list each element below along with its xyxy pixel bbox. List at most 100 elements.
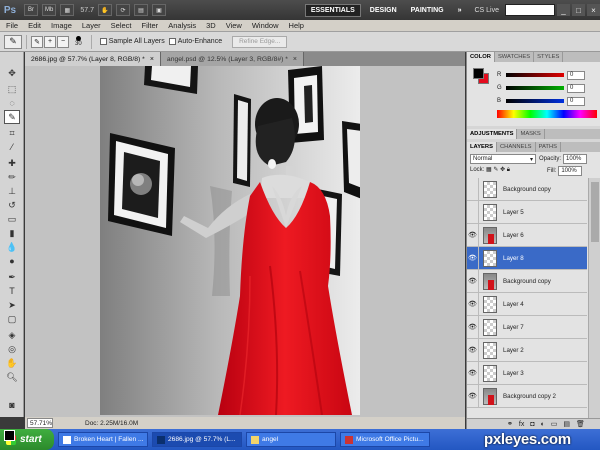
delete-layer-icon[interactable]: 🗑︎ [576, 420, 585, 428]
layer-thumbnail[interactable] [483, 387, 497, 405]
opacity-input[interactable]: 100% [563, 154, 588, 164]
zoom-level-field[interactable]: 57.7 [80, 7, 94, 14]
menu-view[interactable]: View [226, 21, 242, 30]
layer-row[interactable]: 👁︎ Layer 2 [467, 338, 587, 362]
layer-visibility-eye-icon[interactable]: 👁︎ [467, 361, 479, 385]
quick-mask-icon[interactable]: ◙ [4, 398, 20, 412]
color-spectrum-bar[interactable] [497, 110, 597, 118]
layer-name[interactable]: Background copy [503, 278, 551, 285]
layer-visibility-eye-icon[interactable]: 👁︎ [467, 223, 479, 247]
adjustment-layer-icon[interactable]: ◐ [541, 421, 545, 428]
new-selection-icon[interactable]: ✎ [31, 35, 43, 48]
layer-thumbnail[interactable] [483, 341, 497, 359]
layer-name[interactable]: Layer 4 [503, 301, 524, 308]
lock-pixels-icon[interactable]: ✎ [493, 167, 498, 173]
subtract-from-selection-icon[interactable]: − [57, 35, 69, 48]
rotate-view-icon[interactable]: ⟳ [115, 4, 130, 16]
layer-style-icon[interactable]: fx [519, 421, 524, 428]
layer-row[interactable]: Background copy [467, 177, 587, 201]
path-selection-tool-icon[interactable]: ➤ [4, 298, 20, 312]
link-layers-icon[interactable]: ⚭ [507, 420, 513, 428]
menu-edit[interactable]: Edit [28, 21, 41, 30]
layer-name[interactable]: Layer 3 [503, 370, 524, 377]
layer-visibility-eye-icon[interactable]: 👁︎ [467, 315, 479, 339]
marquee-tool-icon[interactable]: ⬚ [4, 82, 20, 96]
view-extras-button[interactable]: ▦ [60, 4, 75, 16]
document-tab-2686[interactable]: 2686.jpg @ 57.7% (Layer 8, RGB/8) * × [25, 52, 161, 66]
menu-layer[interactable]: Layer [82, 21, 101, 30]
zoom-percentage-field[interactable]: 57.71% [27, 418, 53, 428]
tab-adjustments[interactable]: ADJUSTMENTS [467, 129, 518, 139]
type-tool-icon[interactable]: T [4, 284, 20, 298]
layer-name[interactable]: Layer 6 [503, 232, 524, 239]
layer-row[interactable]: 👁︎ Layer 4 [467, 292, 587, 316]
tab-styles[interactable]: STYLES [534, 52, 564, 62]
history-brush-tool-icon[interactable]: ↺ [4, 198, 20, 212]
gradient-tool-icon[interactable]: ▮ [4, 226, 20, 240]
document-tab-angel[interactable]: angel.psd @ 12.5% (Layer 3, RGB/8#) * × [160, 52, 305, 66]
dodge-tool-icon[interactable]: ● [4, 254, 20, 268]
layer-visibility-eye-icon[interactable]: 👁︎ [467, 338, 479, 362]
layer-row[interactable]: 👁︎ Layer 6 [467, 223, 587, 247]
minimize-button[interactable]: _ [557, 4, 570, 16]
zoom-tool-icon[interactable]: 🔍︎ [4, 370, 20, 384]
color-panel-foreground-swatch[interactable] [473, 68, 484, 79]
layer-name[interactable]: Layer 8 [503, 255, 524, 262]
red-value-input[interactable]: 0 [567, 70, 585, 80]
bridge-button[interactable]: Br [24, 4, 38, 16]
layer-visibility-eye-icon[interactable] [467, 200, 479, 224]
add-to-selection-icon[interactable]: + [44, 35, 56, 48]
tab-paths[interactable]: PATHS [536, 142, 562, 152]
pen-tool-icon[interactable]: ✒ [4, 270, 20, 284]
more-workspaces-button[interactable]: » [453, 4, 467, 17]
healing-brush-tool-icon[interactable]: ✚ [4, 156, 20, 170]
layer-row[interactable]: 👁︎ Background copy 2 [467, 384, 587, 408]
menu-window[interactable]: Window [252, 21, 279, 30]
tab-masks[interactable]: MASKS [517, 129, 545, 139]
hand-tool-icon[interactable]: ✋ [97, 4, 112, 16]
fill-input[interactable]: 100% [558, 166, 583, 176]
lasso-tool-icon[interactable]: ◌ [4, 96, 20, 110]
layer-thumbnail[interactable] [483, 318, 497, 336]
shape-tool-icon[interactable]: ▢ [4, 312, 20, 326]
layer-row[interactable]: 👁︎ Layer 7 [467, 315, 587, 339]
layer-thumbnail[interactable] [483, 249, 497, 267]
layer-list-scrollbar[interactable] [588, 178, 600, 418]
blue-slider-track[interactable] [506, 99, 564, 103]
green-value-input[interactable]: 0 [567, 83, 585, 93]
document-canvas-image[interactable] [100, 66, 360, 415]
green-slider-track[interactable] [506, 86, 564, 90]
close-tab-icon[interactable]: × [293, 56, 297, 63]
layer-thumbnail[interactable] [483, 226, 497, 244]
layer-name[interactable]: Background copy 2 [503, 393, 556, 400]
screen-mode-button[interactable]: ▣ [151, 4, 166, 16]
layer-thumbnail[interactable] [483, 295, 497, 313]
layer-thumbnail[interactable] [483, 272, 497, 290]
tab-layers[interactable]: LAYERS [467, 142, 497, 152]
menu-filter[interactable]: Filter [142, 21, 159, 30]
move-tool-icon[interactable]: ✥ [4, 66, 20, 80]
brush-tool-icon[interactable]: ✏ [4, 170, 20, 184]
new-group-icon[interactable]: ▭ [551, 420, 558, 428]
help-search-input[interactable] [505, 4, 555, 16]
new-layer-icon[interactable]: ▤ [563, 420, 570, 428]
red-slider-track[interactable] [506, 73, 564, 77]
eyedropper-tool-icon[interactable]: ⁄ [4, 140, 20, 154]
layer-visibility-eye-icon[interactable]: 👁︎ [467, 246, 479, 270]
close-button[interactable]: × [587, 4, 600, 16]
quick-selection-tool-icon[interactable]: ✎ [4, 110, 20, 124]
layer-visibility-eye-icon[interactable]: 👁︎ [467, 269, 479, 293]
layer-visibility-eye-icon[interactable]: 👁︎ [467, 384, 479, 408]
lock-transparency-icon[interactable]: ▦ [486, 167, 492, 173]
menu-image[interactable]: Image [51, 21, 72, 30]
blue-value-input[interactable]: 0 [567, 96, 585, 106]
green-slider[interactable]: G 0 [497, 83, 597, 93]
layer-name[interactable]: Layer 7 [503, 324, 524, 331]
menu-analysis[interactable]: Analysis [168, 21, 196, 30]
layer-name[interactable]: Layer 2 [503, 347, 524, 354]
layer-thumbnail[interactable] [483, 364, 497, 382]
blue-slider[interactable]: B 0 [497, 96, 597, 106]
taskbar-item-angel-folder[interactable]: angel [246, 432, 336, 447]
lock-all-icon[interactable]: 🔒︎ [507, 167, 510, 173]
layer-visibility-eye-icon[interactable]: 👁︎ [467, 292, 479, 316]
